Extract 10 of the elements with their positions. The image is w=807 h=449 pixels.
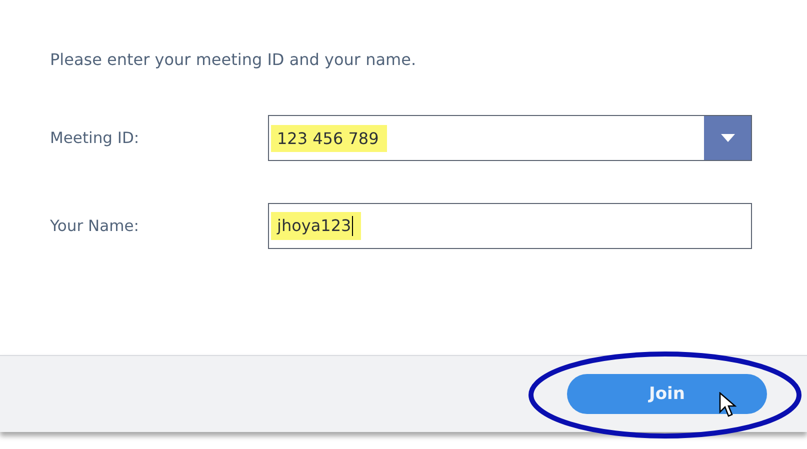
field-value: jhoya123 xyxy=(271,212,362,240)
pointer-icon xyxy=(719,392,737,418)
dropdown-button[interactable] xyxy=(704,116,751,160)
meeting-id-dropdown[interactable]: 123 456 789 xyxy=(268,115,752,161)
caret-icon xyxy=(720,134,734,142)
field-label: Meeting ID: xyxy=(50,129,140,147)
field-label: Your Name: xyxy=(50,217,140,235)
name-input-field[interactable]: jhoya123 xyxy=(268,203,752,249)
field-value: 123 456 789 xyxy=(271,124,387,152)
instruction-text: Please enter your meeting ID and your name. xyxy=(50,50,416,69)
